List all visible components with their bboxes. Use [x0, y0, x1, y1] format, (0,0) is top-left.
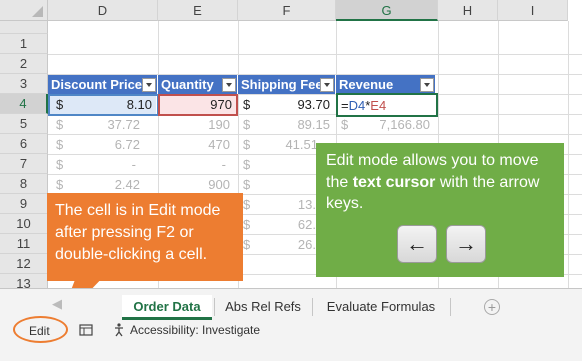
- row-header-8[interactable]: 8: [0, 174, 48, 194]
- row-header-9[interactable]: 9: [0, 194, 48, 214]
- cell-d8: 2.42: [114, 177, 140, 192]
- cell-f10: 62.: [297, 217, 316, 232]
- column-header-d[interactable]: D: [48, 0, 158, 21]
- filter-dropdown-icon[interactable]: [222, 78, 236, 92]
- cell-f5: 89.15: [297, 117, 330, 132]
- accessibility-status[interactable]: Accessibility: Investigate: [130, 322, 260, 338]
- tab-order-data[interactable]: Order Data: [122, 295, 212, 320]
- cell-d6: 6.72: [114, 137, 140, 152]
- row-header-spacer: [0, 21, 48, 34]
- cell-e7: -: [221, 157, 226, 172]
- cell-f9: 13.: [297, 197, 316, 212]
- tab-separator: [450, 298, 451, 316]
- orange-callout: The cell is in Edit mode after pressing …: [47, 193, 243, 281]
- right-arrow-key: →: [446, 225, 486, 263]
- column-header-f[interactable]: F: [238, 0, 336, 21]
- filter-dropdown-icon[interactable]: [142, 78, 156, 92]
- filter-dropdown-icon[interactable]: [320, 78, 334, 92]
- column-header-h[interactable]: H: [438, 0, 498, 21]
- cell-currency: $: [56, 157, 64, 172]
- cell-d5: 37.72: [107, 117, 140, 132]
- row-header-11[interactable]: 11: [0, 234, 48, 254]
- macro-recording-icon[interactable]: [79, 323, 93, 337]
- cell-d7: -: [131, 157, 136, 172]
- accessibility-icon[interactable]: [112, 322, 128, 338]
- tab-evaluate-formulas[interactable]: Evaluate Formulas: [314, 295, 448, 320]
- cell-currency: $: [243, 177, 251, 192]
- cell-currency: $: [243, 197, 251, 212]
- tab-separator: [312, 298, 313, 316]
- formula-ref-d4: D4: [348, 98, 366, 113]
- cell-e8: 900: [208, 177, 230, 192]
- cell-d4-value: 8.10: [126, 97, 152, 112]
- cell-currency: $: [243, 97, 251, 112]
- row-header-1[interactable]: 1: [0, 34, 48, 54]
- cell-currency: $: [56, 117, 64, 132]
- tab-abs-rel-refs[interactable]: Abs Rel Refs: [216, 295, 310, 320]
- cell-currency: $: [243, 217, 251, 232]
- row-header-3[interactable]: 3: [0, 74, 48, 94]
- cell-e6: 470: [208, 137, 230, 152]
- filter-dropdown-icon[interactable]: [420, 78, 434, 92]
- left-arrow-key: ←: [397, 225, 437, 263]
- formula-equals: =: [341, 98, 349, 113]
- cell-currency: $: [243, 137, 251, 152]
- formula-ref-e4: E4: [370, 98, 387, 113]
- row-header-4[interactable]: 4: [0, 94, 48, 114]
- green-callout: Edit mode allows you to move the text cu…: [316, 143, 564, 277]
- row-header-5[interactable]: 5: [0, 114, 48, 134]
- cell-currency: $: [341, 117, 349, 132]
- cell-f4-value: 93.70: [297, 97, 330, 112]
- cell-e4-value: 970: [210, 97, 232, 112]
- cell-currency: $: [243, 157, 251, 172]
- row-header-6[interactable]: 6: [0, 134, 48, 154]
- column-header-g[interactable]: G: [336, 0, 438, 21]
- row-header-2[interactable]: 2: [0, 54, 48, 74]
- select-all-triangle-icon: [32, 6, 43, 17]
- column-header-e[interactable]: E: [158, 0, 238, 21]
- cell-currency: $: [56, 137, 64, 152]
- row-header-7[interactable]: 7: [0, 154, 48, 174]
- cell-f11: 26.: [297, 237, 316, 252]
- cell-g5: 7,166.80: [379, 117, 430, 132]
- row-header-10[interactable]: 10: [0, 214, 48, 234]
- cell-f6: 41.51: [285, 137, 318, 152]
- add-sheet-icon[interactable]: +: [484, 299, 500, 315]
- gridline: [568, 21, 569, 288]
- cell-currency: $: [243, 117, 251, 132]
- edit-mode-highlight-oval: [13, 316, 68, 343]
- green-callout-bold: text cursor: [352, 173, 436, 191]
- formula-edit-text[interactable]: =D4*E4: [341, 96, 386, 116]
- cell-e5: 190: [208, 117, 230, 132]
- tab-separator: [214, 298, 215, 316]
- cell-currency: $: [56, 177, 64, 192]
- tab-scroll-left-icon[interactable]: ◀: [52, 296, 62, 312]
- cell-currency: $: [243, 237, 251, 252]
- cell-currency: $: [56, 97, 64, 112]
- gridline: [48, 54, 582, 55]
- column-header-i[interactable]: I: [498, 0, 568, 21]
